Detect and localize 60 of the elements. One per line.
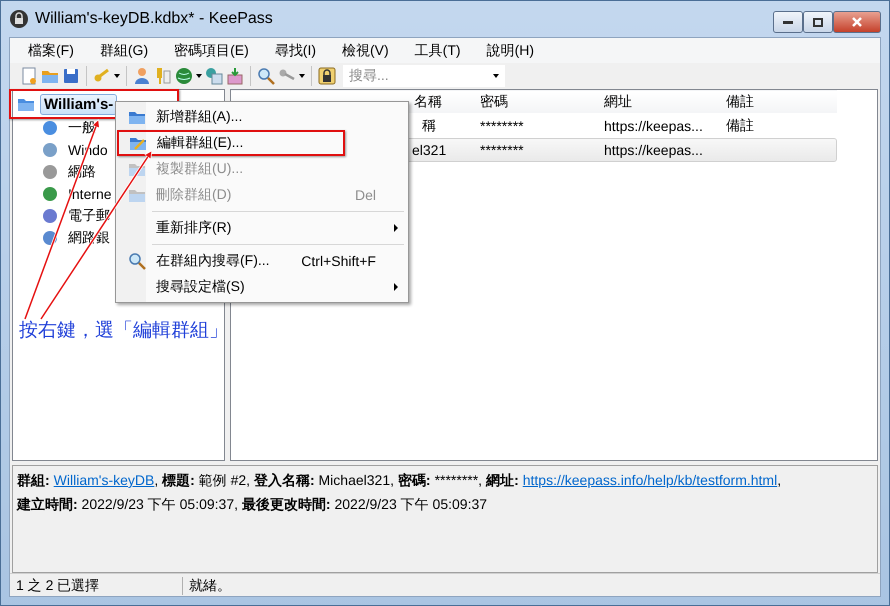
search-icon — [128, 252, 146, 270]
context-menu-item[interactable]: 搜尋設定檔(S) — [118, 274, 406, 300]
key-icon[interactable] — [154, 67, 172, 85]
new-file-icon[interactable] — [20, 67, 38, 85]
detail-line: 群組: William's-keyDB, 標題: 範例 #2, 登入名稱: Michael321, 密碼: ********, 網址: https://keepass.info/help/kb/testform.html, — [17, 472, 782, 490]
menu-item[interactable]: 說明(H) — [476, 42, 544, 60]
lock-icon[interactable] — [318, 67, 336, 85]
maximize-icon — [813, 18, 823, 26]
status-text: 就緒。 — [188, 577, 231, 595]
link[interactable]: https://keepass.info/help/kb/testform.html — [522, 472, 778, 488]
menu-item[interactable]: 工具(T) — [404, 42, 471, 60]
context-menu-item[interactable]: 重新排序(R) — [118, 215, 406, 241]
close-button[interactable] — [833, 11, 881, 33]
search-icon[interactable] — [257, 67, 275, 85]
menu-item[interactable]: 檔案(F) — [18, 42, 84, 60]
group-icon — [41, 229, 59, 247]
context-menu-item[interactable]: 在群組內搜尋(F)... Ctrl+Shift+F — [118, 248, 406, 274]
search-field[interactable]: 搜尋... — [343, 65, 505, 87]
table-cell-text: el321 — [411, 142, 448, 158]
lock-icon — [9, 9, 29, 29]
table-cell-text: https://keepas... — [603, 118, 704, 134]
move-icon[interactable] — [226, 67, 244, 85]
table-cell-text: 稱 — [421, 117, 437, 135]
window-title: William's-keyDB.kdbx* - KeePass — [35, 10, 273, 28]
tree-item[interactable]: William's- — [40, 94, 118, 114]
minimize-icon — [783, 20, 793, 24]
dropdown-caret-icon[interactable] — [114, 74, 120, 78]
group-icon — [41, 185, 59, 203]
globe-icon[interactable] — [175, 67, 193, 85]
minimize-button[interactable] — [773, 11, 803, 33]
close-icon — [851, 16, 863, 28]
column-header[interactable]: 備註 — [720, 93, 836, 111]
detail-line: 建立時間: 2022/9/23 下午 05:09:37, 最後更改時間: 2022/9/23 下午 05:09:37 — [17, 496, 488, 514]
menu-item[interactable]: 群組(G) — [90, 42, 158, 60]
submenu-arrow-icon — [394, 283, 398, 291]
group-icon — [41, 119, 59, 137]
save-icon[interactable] — [62, 67, 80, 85]
status-text: 1 之 2 已選擇 — [10, 577, 183, 595]
menu-item[interactable]: 檢視(V) — [332, 42, 399, 60]
person-icon[interactable] — [133, 67, 151, 85]
table-cell-text: 備註 — [725, 117, 755, 135]
table-cell-text: https://keepas... — [603, 142, 704, 158]
group-icon — [41, 141, 59, 159]
menu-item[interactable]: 尋找(I) — [264, 42, 326, 60]
dropdown-caret-icon[interactable] — [299, 74, 305, 78]
group-icon — [41, 163, 59, 181]
menu-item[interactable]: 密碼項目(E) — [164, 42, 259, 60]
annotation-text: 按右鍵，選「編輯群組」 — [19, 319, 228, 343]
column-header[interactable]: 密碼 — [474, 93, 598, 111]
group-icon — [41, 207, 59, 225]
dropdown-caret-icon[interactable] — [196, 74, 202, 78]
dropdown-caret-icon[interactable] — [493, 74, 499, 78]
context-menu-item[interactable]: 新增群組(A)... — [118, 104, 406, 130]
table-cell-text: ******** — [479, 142, 525, 158]
table-cell-text: ******** — [479, 118, 525, 134]
context-menu-item[interactable]: 編輯群組(E)... — [117, 130, 345, 156]
submenu-arrow-icon — [394, 224, 398, 232]
maximize-button[interactable] — [803, 11, 833, 33]
link[interactable]: William's-keyDB — [54, 472, 154, 488]
column-header[interactable]: 網址 — [598, 93, 720, 111]
